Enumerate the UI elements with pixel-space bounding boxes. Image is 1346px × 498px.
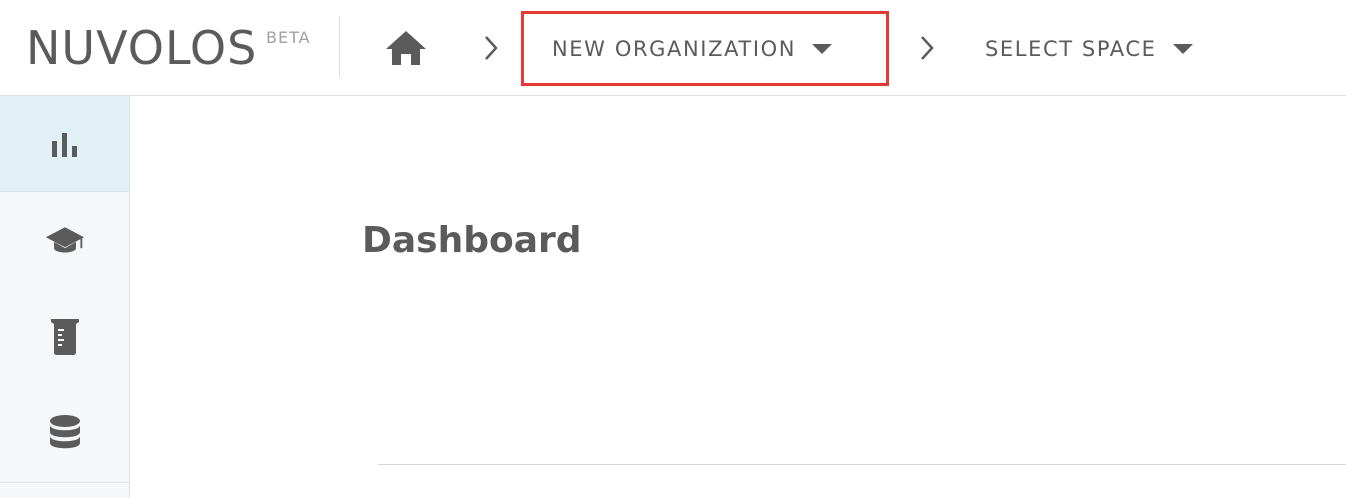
chevron-right-icon [920,34,934,62]
sidebar-item-applications[interactable] [0,288,129,384]
logo-divider [339,16,340,78]
bar-chart-icon [51,132,77,157]
caret-down-icon [812,43,833,54]
graduation-cap-icon [45,227,84,253]
database-icon [49,415,80,449]
app-logo[interactable]: NUVOLOS [26,20,257,76]
space-label: SELECT SPACE [985,36,1157,61]
content-divider [378,464,1346,465]
beaker-icon [50,319,79,355]
sidebar-item-dashboard[interactable] [0,96,129,192]
organization-selector[interactable]: NEW ORGANIZATION [521,11,889,86]
chevron-right-icon [484,34,498,62]
beta-badge: BETA [266,28,311,47]
caret-down-icon [1172,43,1193,54]
page-title: Dashboard [362,220,582,261]
sidebar-divider [0,482,129,483]
organization-label: NEW ORGANIZATION [552,36,797,61]
home-button[interactable] [384,28,428,68]
space-selector[interactable]: SELECT SPACE [985,11,1225,86]
sidebar-item-courses[interactable] [0,192,129,288]
top-bar: NUVOLOS BETA NEW ORGANIZATION SELECT SPA… [0,0,1346,96]
sidebar [0,96,130,498]
home-icon [386,31,426,65]
sidebar-item-data[interactable] [0,384,129,480]
